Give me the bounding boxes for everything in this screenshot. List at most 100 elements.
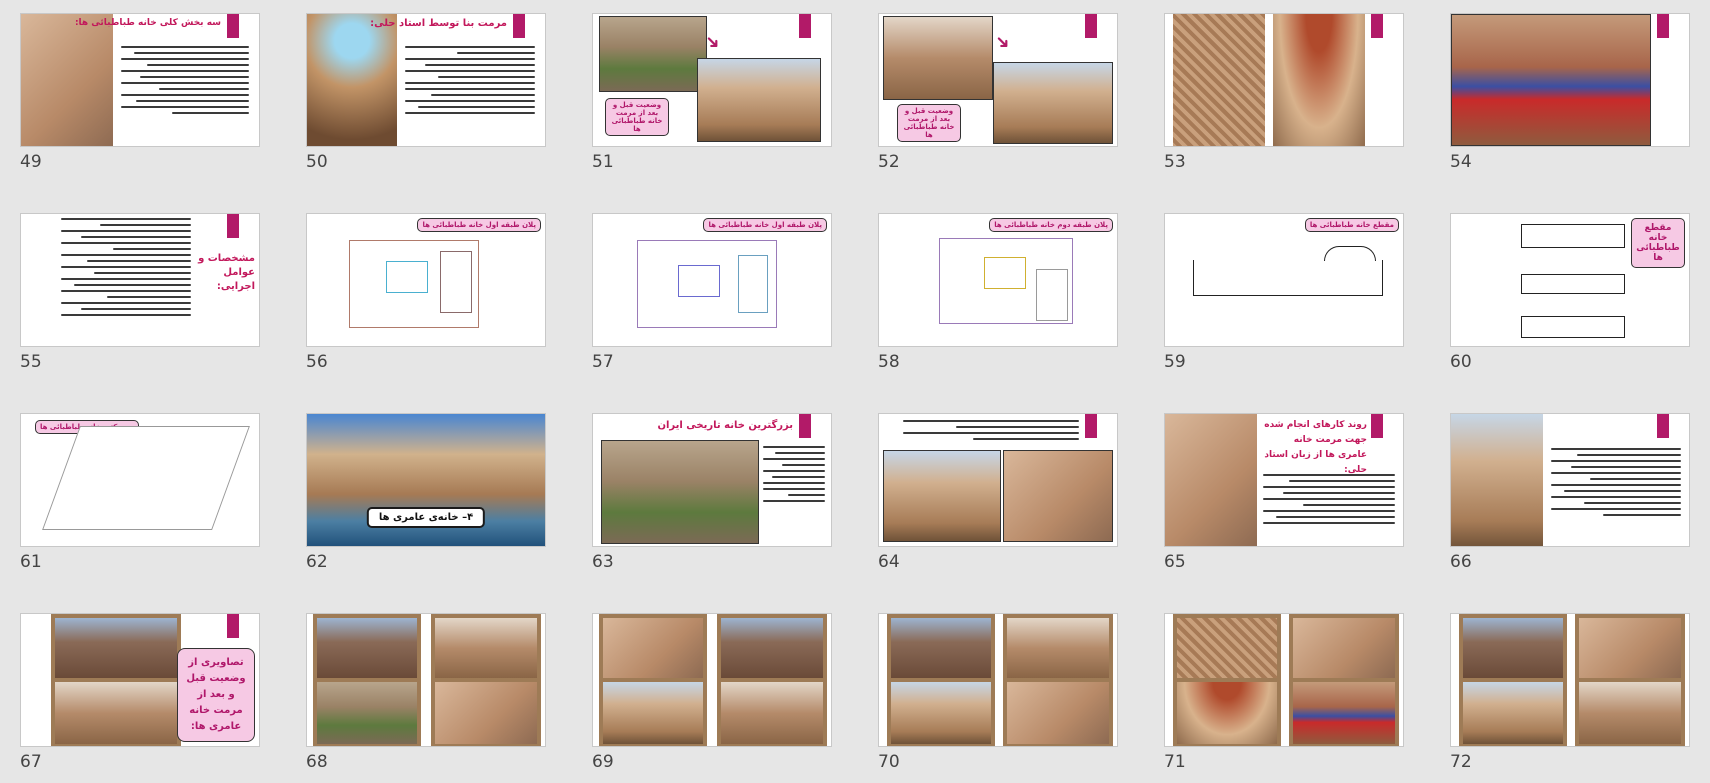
body-text — [903, 416, 1079, 444]
photo-frame-right — [1003, 614, 1113, 746]
accent-bar — [1085, 414, 1097, 438]
slide-number: 62 — [306, 552, 328, 572]
photo-frame-right — [431, 614, 541, 746]
before-after-callout: تصاویری از وضعیت قبل و بعد از مرمت خانه … — [177, 648, 255, 742]
slide-thumbnail-57[interactable]: پلان طبقه اول خانه طباطبائی ها — [592, 213, 832, 347]
slide-number: 69 — [592, 752, 614, 772]
stained-glass-hall-photo — [1451, 14, 1651, 146]
slide-thumbnail-50[interactable]: مرمت بنا توسط استاد حلی: — [306, 13, 546, 147]
before-photo — [599, 16, 707, 92]
slide-thumbnail-72[interactable] — [1450, 613, 1690, 747]
accent-bar — [227, 14, 239, 38]
slide-number: 65 — [1164, 552, 1186, 572]
slide-thumbnail-62[interactable]: ۴– خانه‌ی عامری ها — [306, 413, 546, 547]
dome-photo — [307, 14, 397, 146]
photo-frame-left — [887, 614, 995, 746]
perspective-drawing — [42, 426, 250, 530]
slide-number: 56 — [306, 352, 328, 372]
slide-number: 58 — [878, 352, 900, 372]
slide-thumbnail-54[interactable] — [1450, 13, 1690, 147]
section-drawing-2 — [1521, 274, 1625, 294]
slide-number: 50 — [306, 152, 328, 172]
accent-bar — [1657, 414, 1669, 438]
bullet-list — [61, 214, 191, 320]
body-text — [1551, 444, 1681, 520]
slide-thumbnail-70[interactable] — [878, 613, 1118, 747]
slide-sorter-grid: سه بخش کلی خانه طباطبائی ها: 49 مرمت بنا… — [0, 0, 1710, 783]
slide-number: 52 — [878, 152, 900, 172]
slide-caption: ۴– خانه‌ی عامری ها — [366, 507, 486, 528]
floor-plan-drawing — [637, 240, 777, 328]
slide-title: سه بخش کلی خانه طباطبائی ها: — [74, 18, 221, 28]
section-label: مقطع خانه طباطبائی ها — [1304, 218, 1399, 232]
section-drawing-3 — [1521, 316, 1625, 338]
body-text — [405, 42, 535, 118]
slide-title: بزرگترین خانه تاریخی ایران — [657, 420, 793, 431]
slide-number: 68 — [306, 752, 328, 772]
slide-thumbnail-65[interactable]: روند کارهای انجام شده جهت مرمت خانه عامر… — [1164, 413, 1404, 547]
slide-number: 51 — [592, 152, 614, 172]
courtyard-photo-left — [883, 450, 1001, 542]
slide-thumbnail-51[interactable]: ➜ وضعیت قبل و بعد از مرمت خانه طباطبائی … — [592, 13, 832, 147]
accent-bar — [1371, 14, 1383, 38]
slide-thumbnail-53[interactable] — [1164, 13, 1404, 147]
vault-ceiling-photo — [1273, 14, 1365, 146]
slide-thumbnail-52[interactable]: ➜ وضعیت قبل و بعد از مرمت خانه طباطبائی … — [878, 13, 1118, 147]
slide-number: 54 — [1450, 152, 1472, 172]
slide-thumbnail-71[interactable] — [1164, 613, 1404, 747]
slide-thumbnail-55[interactable]: مشخصات و عوامل اجرایی: — [20, 213, 260, 347]
plan-label: پلان طبقه دوم خانه طباطبائی ها — [989, 218, 1113, 232]
accent-bar — [799, 414, 811, 438]
after-photo — [993, 62, 1113, 144]
slide-number: 57 — [592, 352, 614, 372]
slide-thumbnail-64[interactable] — [878, 413, 1118, 547]
slide-thumbnail-59[interactable]: مقطع خانه طباطبائی ها — [1164, 213, 1404, 347]
slide-number: 55 — [20, 352, 42, 372]
photo-frame — [51, 614, 181, 746]
photo-frame-left — [313, 614, 421, 746]
floor-plan-drawing — [349, 240, 479, 328]
plan-label: پلان طبقه اول خانه طباطبائی ها — [703, 218, 827, 232]
slide-number: 64 — [878, 552, 900, 572]
slide-number: 53 — [1164, 152, 1186, 172]
slide-number: 61 — [20, 552, 42, 572]
slide-number: 67 — [20, 752, 42, 772]
slide-number: 59 — [1164, 352, 1186, 372]
accent-bar — [1085, 14, 1097, 38]
courtyard-photo — [21, 14, 113, 146]
slide-thumbnail-66[interactable] — [1450, 413, 1690, 547]
after-photo — [697, 58, 821, 142]
slide-thumbnail-63[interactable]: بزرگترین خانه تاریخی ایران — [592, 413, 832, 547]
body-text — [1263, 470, 1395, 528]
accent-bar — [799, 14, 811, 38]
slide-number: 72 — [1450, 752, 1472, 772]
slide-number: 71 — [1164, 752, 1186, 772]
accent-bar — [227, 614, 239, 638]
courtyard-photo — [601, 440, 759, 544]
slide-number: 49 — [20, 152, 42, 172]
slide-thumbnail-61[interactable]: پرسپکتیو خانه طباطبائی ها — [20, 413, 260, 547]
slide-number: 60 — [1450, 352, 1472, 372]
photo-frame-right — [1289, 614, 1399, 746]
accent-bar — [227, 214, 239, 238]
slide-title: روند کارهای انجام شده جهت مرمت خانه عامر… — [1264, 420, 1367, 475]
accent-bar — [513, 14, 525, 38]
photo-frame-left — [1459, 614, 1567, 746]
slide-thumbnail-67[interactable]: تصاویری از وضعیت قبل و بعد از مرمت خانه … — [20, 613, 260, 747]
section-drawing-1 — [1521, 224, 1625, 248]
slide-thumbnail-60[interactable]: مقطع خانه طباطبائی ها — [1450, 213, 1690, 347]
photo-frame-left — [599, 614, 707, 746]
slide-title: مرمت بنا توسط استاد حلی: — [370, 18, 507, 29]
slide-thumbnail-58[interactable]: پلان طبقه دوم خانه طباطبائی ها — [878, 213, 1118, 347]
body-text — [763, 442, 825, 506]
courtyard-photo — [1451, 414, 1543, 546]
slide-thumbnail-68[interactable] — [306, 613, 546, 747]
slide-thumbnail-49[interactable]: سه بخش کلی خانه طباطبائی ها: — [20, 13, 260, 147]
accent-bar — [1371, 414, 1383, 438]
slide-thumbnail-56[interactable]: پلان طبقه اول خانه طباطبائی ها — [306, 213, 546, 347]
slide-title: مشخصات و عوامل اجرایی: — [198, 253, 255, 292]
iwan-photo-right — [1003, 450, 1113, 542]
slide-thumbnail-69[interactable] — [592, 613, 832, 747]
slide-number: 63 — [592, 552, 614, 572]
section-drawing — [1193, 246, 1383, 296]
